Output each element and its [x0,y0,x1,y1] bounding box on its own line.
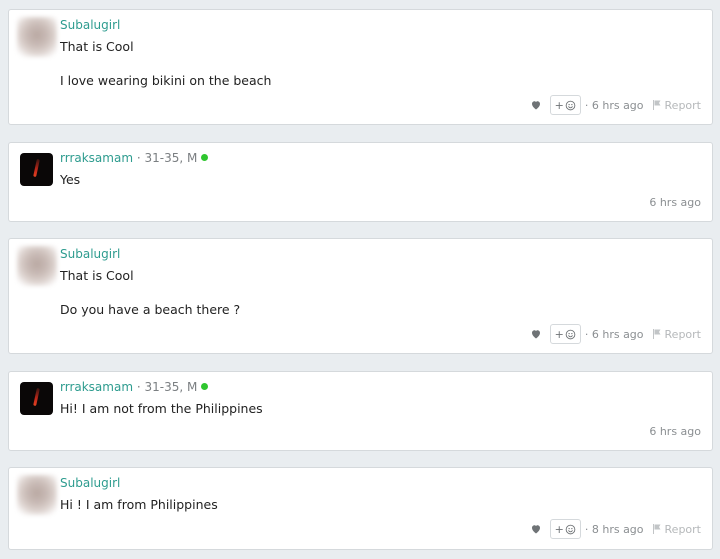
flag-icon [652,329,661,339]
message-card: rrraksamam · 31-35, M Yes 6 hrs ago [8,142,713,222]
message-meta: Subalugirl [60,475,120,491]
report-button[interactable]: Report [651,523,701,536]
user-details: · 31-35, M [133,151,198,165]
heart-icon[interactable] [530,328,542,340]
message-text: Yes [60,172,81,187]
online-status-icon [201,383,209,390]
avatar[interactable] [17,17,57,57]
flag-icon [652,524,661,534]
username-link[interactable]: rrraksamam [60,380,133,394]
add-reaction-button[interactable]: + [549,519,581,539]
avatar[interactable] [17,475,57,515]
message-card: Subalugirl Hi ! I am from Philippines + … [8,467,713,550]
message-text: Do you have a beach there ? [60,302,241,317]
message-meta: Subalugirl [60,246,120,262]
report-button[interactable]: Report [651,99,701,112]
avatar[interactable] [20,382,53,415]
smiley-icon [565,524,576,534]
smiley-icon [565,100,576,110]
heart-icon[interactable] [530,523,542,535]
avatar[interactable] [17,246,57,286]
message-actions: + · 6 hrs ago Report [530,95,701,115]
message-text: That is Cool [60,268,134,283]
message-timestamp: · 8 hrs ago [584,522,644,536]
message-text: I love wearing bikini on the beach [60,73,272,88]
report-button[interactable]: Report [651,328,701,341]
online-status-icon [201,154,209,161]
username-link[interactable]: rrraksamam [60,151,133,165]
message-actions: + · 6 hrs ago Report [530,324,701,344]
username-link[interactable]: Subalugirl [60,247,120,261]
flag-icon [652,100,661,110]
avatar[interactable] [20,153,53,186]
add-reaction-button[interactable]: + [549,324,581,344]
message-text: Hi! I am not from the Philippines [60,401,263,416]
message-meta: rrraksamam · 31-35, M [60,150,209,166]
message-card: Subalugirl That is Cool I love wearing b… [8,9,713,125]
message-timestamp: 6 hrs ago [649,425,701,438]
message-text: That is Cool [60,39,134,54]
message-meta: Subalugirl [60,17,120,33]
message-card: rrraksamam · 31-35, M Hi! I am not from … [8,371,713,451]
add-reaction-button[interactable]: + [549,95,581,115]
smiley-icon [565,329,576,339]
message-timestamp: · 6 hrs ago [584,98,644,112]
message-timestamp: · 6 hrs ago [584,327,644,341]
message-text: Hi ! I am from Philippines [60,497,218,512]
message-timestamp: 6 hrs ago [649,196,701,209]
username-link[interactable]: Subalugirl [60,18,120,32]
message-actions: + · 8 hrs ago Report [530,519,701,539]
user-details: · 31-35, M [133,380,198,394]
message-card: Subalugirl That is Cool Do you have a be… [8,238,713,354]
message-meta: rrraksamam · 31-35, M [60,379,209,395]
heart-icon[interactable] [530,99,542,111]
username-link[interactable]: Subalugirl [60,476,120,490]
